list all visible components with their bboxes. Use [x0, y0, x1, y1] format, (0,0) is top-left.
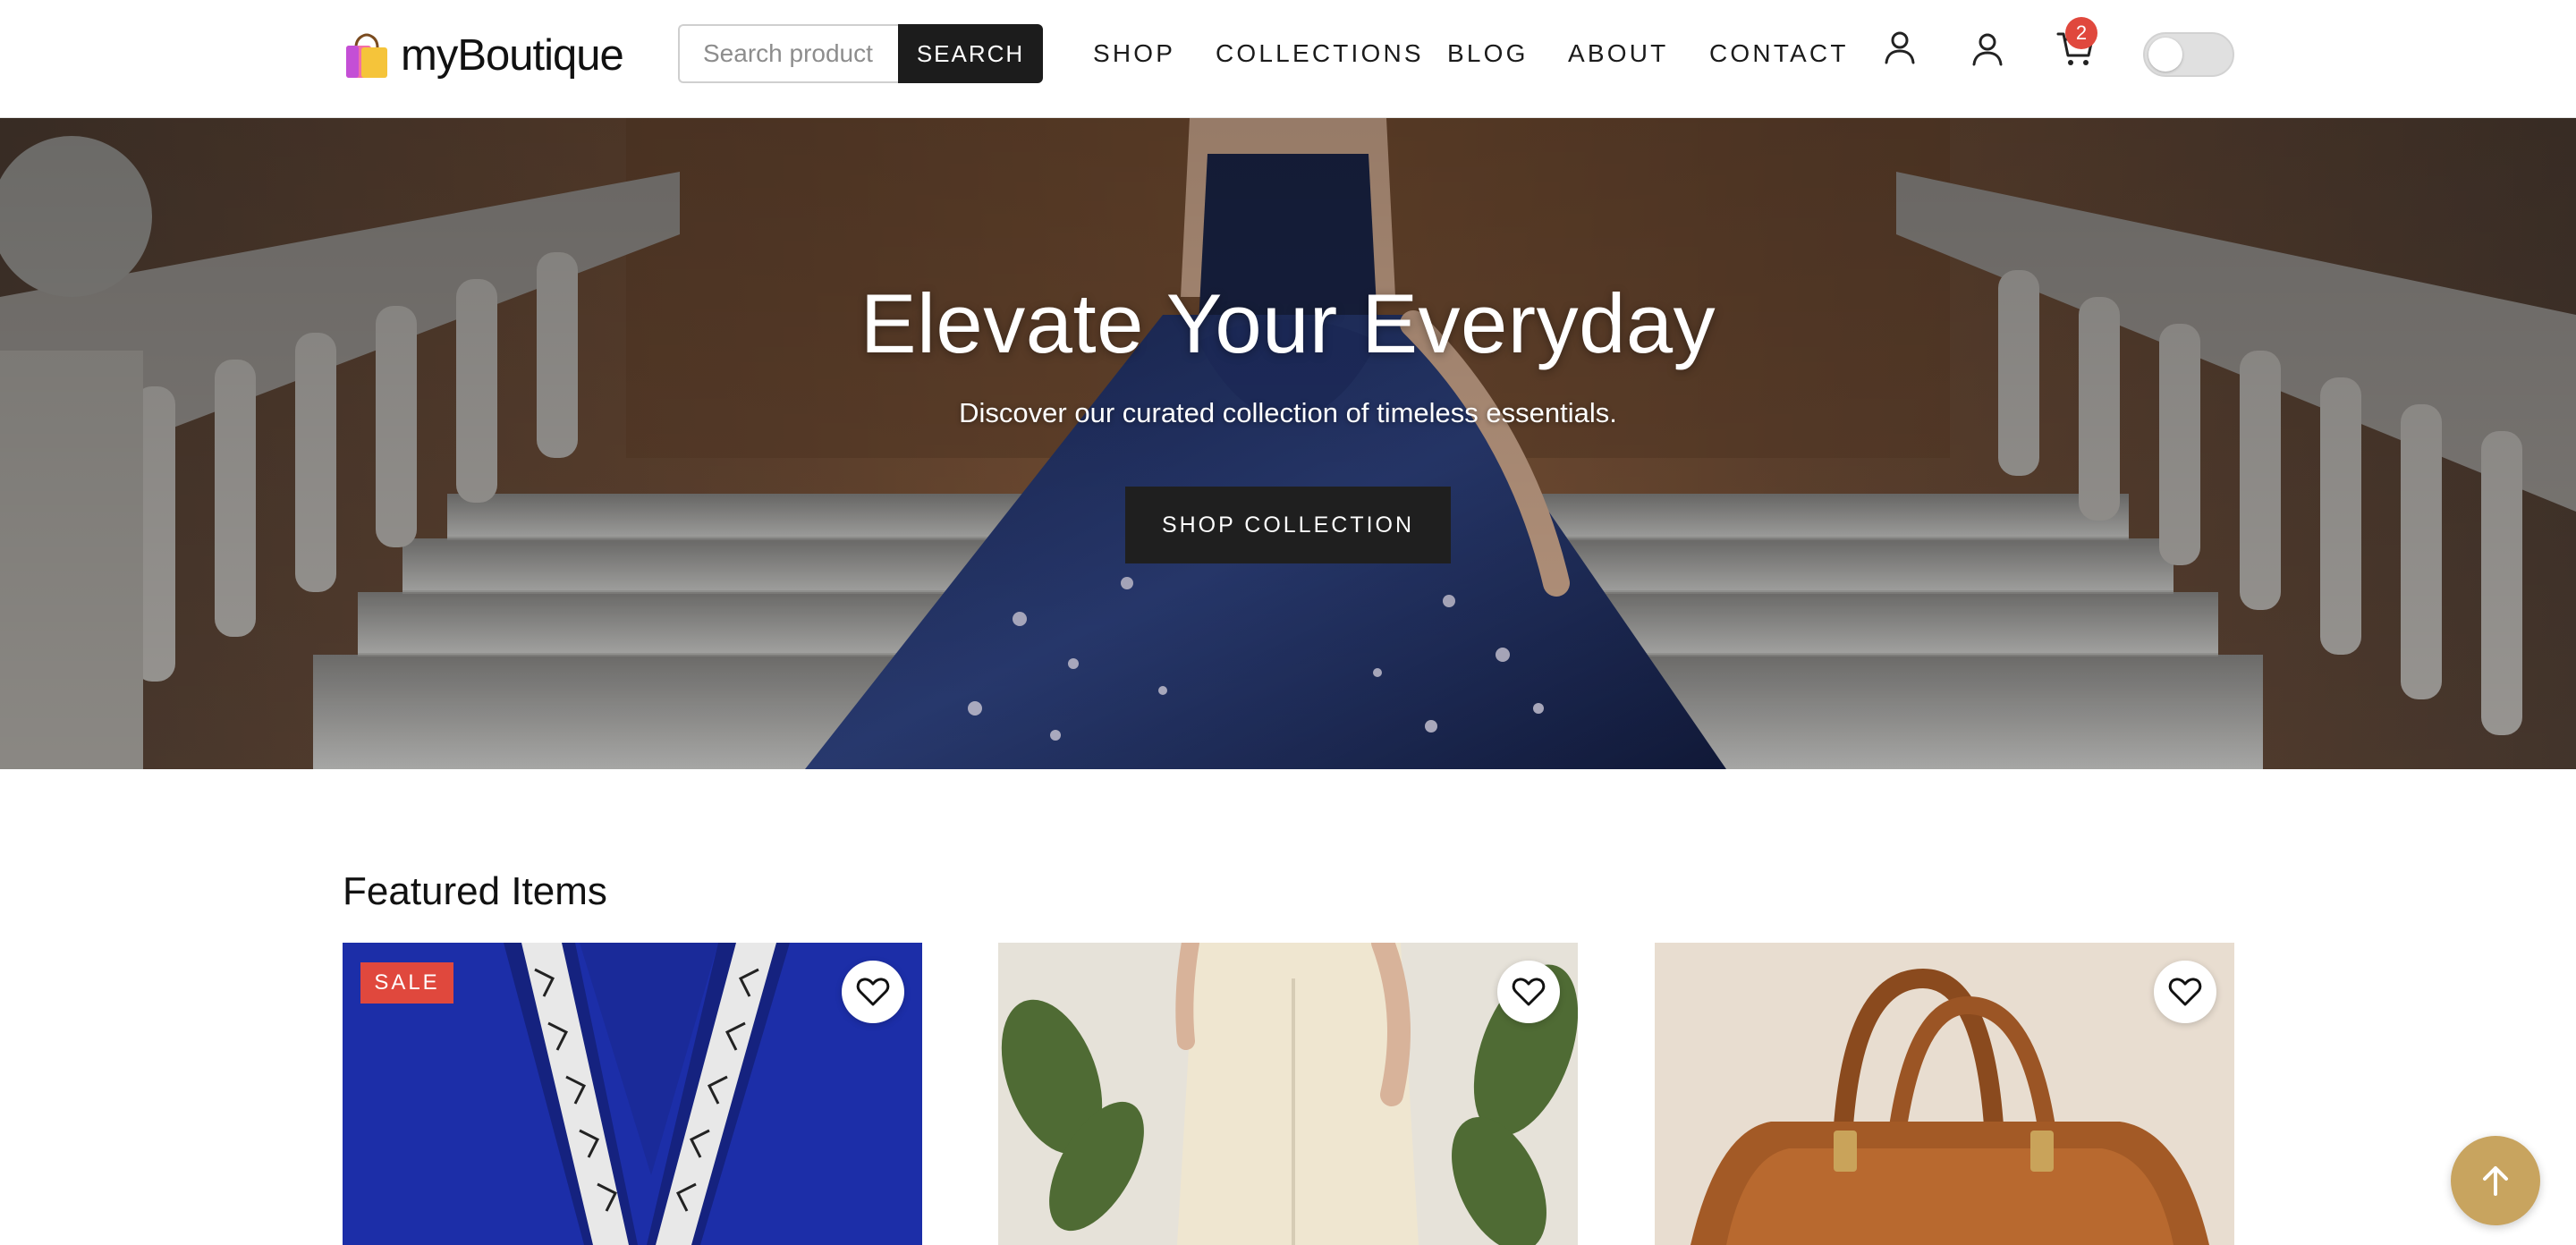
shop-collection-button[interactable]: SHOP COLLECTION [1125, 487, 1451, 563]
scroll-to-top-button[interactable] [2451, 1136, 2540, 1225]
hero-subtitle: Discover our curated collection of timel… [959, 397, 1617, 428]
wishlist-button[interactable] [842, 961, 904, 1023]
search-bar: SEARCH [678, 24, 1043, 83]
featured-title: Featured Items [343, 869, 607, 913]
account-icon [1972, 33, 2003, 66]
nav-link-about[interactable]: ABOUT [1568, 36, 1668, 72]
product-image-cream-trousers [998, 943, 1578, 1245]
user-button[interactable] [1878, 27, 1921, 70]
nav-link-contact[interactable]: CONTACT [1709, 36, 1849, 72]
site-header: myBoutique SEARCH SHOP COLLECTIONS BLOG … [0, 0, 2576, 118]
product-card[interactable]: SALE [343, 943, 922, 1245]
hero-image [0, 118, 2576, 769]
heart-icon [2168, 978, 2202, 1006]
cart-count-badge: 2 [2065, 17, 2097, 49]
product-image-leather-bag [1655, 943, 2234, 1245]
search-input[interactable] [678, 24, 898, 83]
nav-link-blog[interactable]: BLOG [1447, 36, 1529, 72]
user-icon [1885, 31, 1915, 64]
search-button[interactable]: SEARCH [898, 24, 1043, 83]
product-card[interactable] [998, 943, 1578, 1245]
hero-banner: Elevate Your Everyday Discover our curat… [0, 118, 2576, 769]
product-card[interactable] [1655, 943, 2234, 1245]
heart-icon [856, 978, 890, 1006]
hero-title: Elevate Your Everyday [860, 276, 1716, 370]
theme-toggle[interactable] [2143, 32, 2234, 77]
heart-icon [1512, 978, 1546, 1006]
wishlist-button[interactable] [2154, 961, 2216, 1023]
arrow-up-icon [2483, 1166, 2508, 1196]
wishlist-button[interactable] [1497, 961, 1560, 1023]
shopping-bag-icon [346, 33, 387, 78]
brand-logo[interactable]: myBoutique [343, 27, 624, 84]
sale-badge: SALE [360, 962, 453, 1004]
nav-link-collections[interactable]: COLLECTIONS [1216, 36, 1424, 72]
account-button[interactable] [1966, 29, 2009, 72]
nav-link-shop[interactable]: SHOP [1093, 36, 1175, 72]
brand-name: myBoutique [401, 31, 624, 80]
toggle-knob [2148, 38, 2182, 72]
